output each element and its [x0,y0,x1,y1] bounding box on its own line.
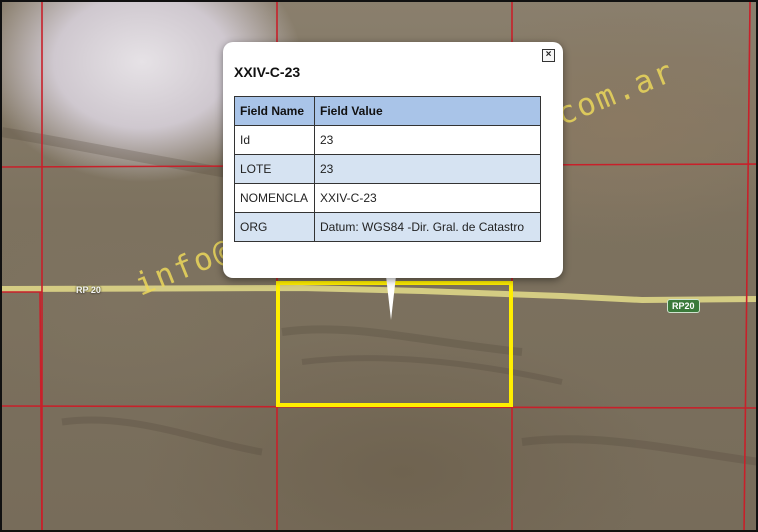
field-name-cell: NOMENCLA [234,183,315,213]
table-row: Id 23 [234,125,541,155]
field-value-cell: 23 [314,154,541,184]
road-rp20 [2,284,756,304]
feature-info-popup: × XXIV-C-23 Field Name Field Value Id 23… [223,42,563,278]
table-row: ORG Datum: WGS84 -Dir. Gral. de Catastro [234,212,541,242]
field-name-cell: LOTE [234,154,315,184]
popup-pointer [386,276,396,320]
attribute-table: Field Name Field Value Id 23 LOTE 23 NOM… [234,96,541,242]
table-row: NOMENCLA XXIV-C-23 [234,183,541,213]
header-field-value: Field Value [314,96,541,126]
table-header-row: Field Name Field Value [234,96,541,126]
table-row: LOTE 23 [234,154,541,184]
road-label-right: RP20 [667,299,700,313]
field-value-cell: 23 [314,125,541,155]
field-name-cell: ORG [234,212,315,242]
header-field-name: Field Name [234,96,315,126]
road-label-left: RP 20 [76,285,101,295]
close-icon[interactable]: × [542,49,555,62]
popup-title: XXIV-C-23 [234,64,301,80]
field-value-cell: Datum: WGS84 -Dir. Gral. de Catastro [314,212,541,242]
field-name-cell: Id [234,125,315,155]
satellite-map[interactable]: RP 20 RP20 info@estanciasycampos.com.ar … [0,0,758,532]
field-value-cell: XXIV-C-23 [314,183,541,213]
